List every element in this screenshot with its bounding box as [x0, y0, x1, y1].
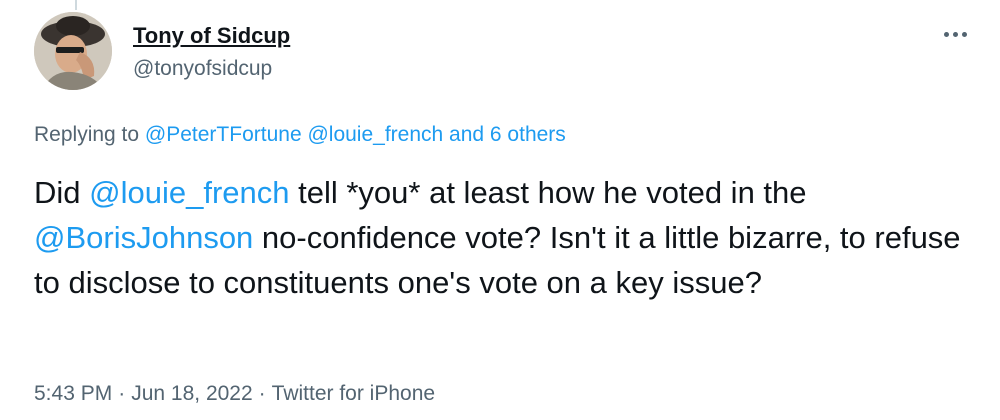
meta-separator: · — [258, 382, 266, 405]
reply-mention-link[interactable]: @PeterTFortune — [145, 123, 302, 146]
mention-link[interactable]: @louie_french — [89, 175, 289, 210]
tweet-text-segment: tell *you* at least how he voted in the — [289, 175, 807, 210]
avatar[interactable] — [34, 12, 112, 90]
replying-to-label: Replying to — [34, 123, 140, 146]
tweet-text-segment: Did — [34, 175, 90, 210]
reply-mention-link[interactable]: @louie_french — [307, 123, 443, 146]
replying-to-line: Replying to @PeterTFortune @louie_french… — [34, 121, 566, 149]
tweet-source[interactable]: Twitter for iPhone — [272, 382, 435, 405]
more-options-button[interactable] — [940, 22, 970, 46]
meta-separator: · — [118, 382, 126, 405]
display-name[interactable]: Tony of Sidcup — [133, 23, 290, 49]
tweet-date[interactable]: Jun 18, 2022 — [131, 382, 252, 405]
reply-others-link[interactable]: and 6 others — [449, 123, 566, 146]
more-horizontal-icon — [943, 31, 949, 37]
more-horizontal-icon — [961, 31, 967, 37]
tweet-time[interactable]: 5:43 PM — [34, 382, 112, 405]
user-handle[interactable]: @tonyofsidcup — [133, 56, 290, 82]
tweet-metadata: 5:43 PM · Jun 18, 2022 · Twitter for iPhone — [34, 380, 435, 408]
mention-link[interactable]: @BorisJohnson — [34, 220, 253, 255]
tweet-text: Did @louie_french tell *you* at least ho… — [34, 170, 984, 305]
user-info: Tony of Sidcup @tonyofsidcup — [133, 23, 290, 82]
more-horizontal-icon — [952, 31, 958, 37]
thread-connector-line — [75, 0, 77, 10]
